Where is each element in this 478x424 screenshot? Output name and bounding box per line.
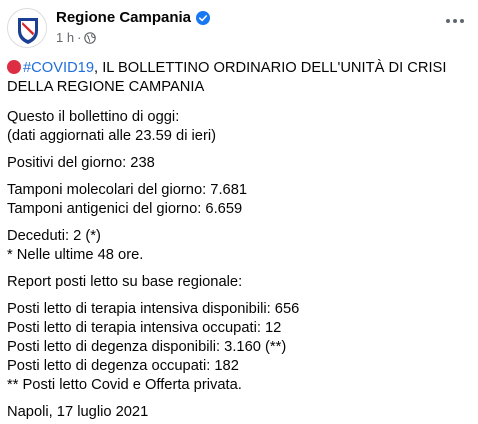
post-line: Questo il bollettino di oggi: (7, 109, 180, 125)
verified-badge-icon (196, 10, 211, 25)
page-avatar[interactable] (7, 8, 47, 48)
post-line: Report posti letto su base regionale: (7, 274, 243, 290)
post-paragraph: Posti letto di terapia intensiva disponi… (7, 300, 469, 395)
regione-campania-logo-icon (9, 10, 46, 47)
post-line: (dati aggiornati alle 23.59 di ieri) (7, 128, 217, 144)
post-line: Positivi del giorno: 238 (7, 155, 155, 171)
post-text: #COVID19, IL BOLLETTINO ORDINARIO DELL'U… (7, 59, 469, 424)
post-headline: #COVID19, IL BOLLETTINO ORDINARIO DELL'U… (7, 59, 469, 97)
post-line: Napoli, 17 luglio 2021 (7, 404, 149, 420)
post-line: Deceduti: 2 (*) (7, 228, 101, 244)
meta-separator: · (77, 30, 82, 45)
more-options-button[interactable] (444, 16, 466, 26)
post-meta: 1 h · (56, 30, 97, 45)
post-line: Tamponi antigenici del giorno: 6.659 (7, 201, 243, 217)
post-line: Posti letto di degenza occupati: 182 (7, 358, 239, 374)
more-options-icon (460, 19, 464, 23)
post-line: * Nelle ultime 48 ore. (7, 247, 144, 263)
post-paragraphs: Questo il bollettino di oggi: (dati aggio… (7, 108, 469, 422)
hashtag-link[interactable]: #COVID19 (23, 60, 94, 76)
page-name-link[interactable]: Regione Campania (56, 9, 191, 26)
timestamp-link[interactable]: 1 h (56, 30, 74, 45)
post-line: Tamponi molecolari del giorno: 7.681 (7, 182, 248, 198)
facebook-post: Regione Campania 1 h · #COVID19, IL BOLL… (0, 0, 478, 424)
post-paragraph: Tamponi molecolari del giorno: 7.681 Tamp… (7, 181, 469, 219)
red-circle-emoji-icon (7, 60, 21, 74)
post-line: Posti letto di degenza disponibili: 3.16… (7, 339, 287, 355)
post-line: Posti letto di terapia intensiva disponi… (7, 301, 300, 317)
post-paragraph: Napoli, 17 luglio 2021 (7, 403, 469, 422)
post-paragraph: Questo il bollettino di oggi: (dati aggio… (7, 108, 469, 146)
post-line: Posti letto di terapia intensiva occupat… (7, 320, 282, 336)
post-paragraph: Positivi del giorno: 238 (7, 154, 469, 173)
post-paragraph: Deceduti: 2 (*) * Nelle ultime 48 ore. (7, 227, 469, 265)
post-line: ** Posti letto Covid e Offerta privata. (7, 377, 242, 393)
more-options-icon (446, 19, 450, 23)
page-name-row: Regione Campania (56, 9, 211, 26)
more-options-icon (453, 19, 457, 23)
post-paragraph: Report posti letto su base regionale: (7, 273, 469, 292)
globe-icon[interactable] (84, 31, 97, 44)
